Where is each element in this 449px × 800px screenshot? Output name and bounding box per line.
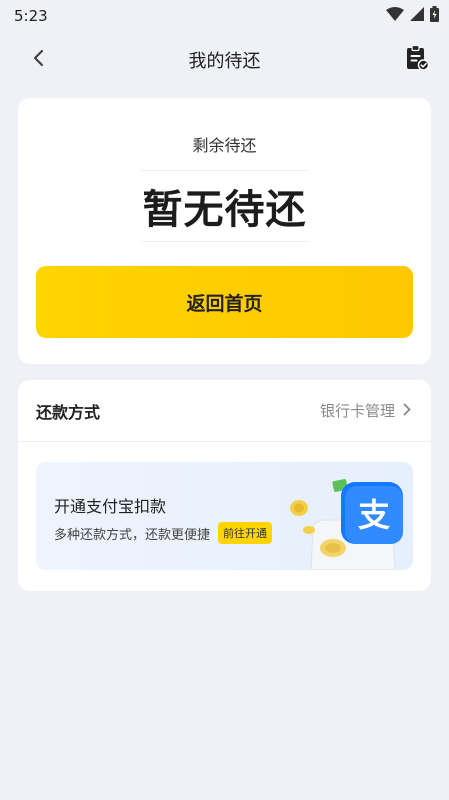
alipay-banner-subtitle-row: 多种还款方式，还款更便捷 前往开通 xyxy=(54,522,273,544)
page-title: 我的待还 xyxy=(188,51,261,72)
go-open-badge[interactable]: 前往开通 xyxy=(218,522,273,544)
bank-card-manage-label: 银行卡管理 xyxy=(319,402,395,420)
back-button[interactable] xyxy=(24,46,52,74)
signal-icon xyxy=(410,7,424,25)
alipay-banner-title: 开通支付宝扣款 xyxy=(54,497,167,516)
alipay-illustration: 支 xyxy=(283,462,413,570)
remaining-value: 暂无待还 xyxy=(142,187,307,233)
remaining-label: 剩余待还 xyxy=(192,136,257,155)
bank-card-manage-link[interactable]: 银行卡管理 xyxy=(320,400,411,421)
wifi-icon xyxy=(386,7,404,25)
alipay-banner[interactable]: 开通支付宝扣款 多种还款方式，还款更便捷 前往开通 支 xyxy=(36,462,413,570)
repay-method-card: 还款方式 银行卡管理 开通支付宝扣款 多种还款方式，还款更便捷 前往开通 支 xyxy=(18,380,431,591)
repay-method-title: 还款方式 xyxy=(36,402,101,422)
status-time: 5:23 xyxy=(14,7,48,25)
status-bar: 5:23 xyxy=(0,0,449,32)
remaining-value-box: 暂无待还 xyxy=(140,170,309,242)
alipay-logo-glyph: 支 xyxy=(358,496,390,534)
status-icons xyxy=(386,6,439,26)
repay-method-header: 还款方式 银行卡管理 xyxy=(18,380,431,442)
bill-record-button[interactable] xyxy=(403,44,431,75)
return-home-button[interactable]: 返回首页 xyxy=(36,266,413,338)
chevron-right-icon xyxy=(403,402,411,420)
alipay-banner-subtitle: 多种还款方式，还款更便捷 xyxy=(54,527,211,543)
nav-bar: 我的待还 xyxy=(0,38,449,82)
chevron-left-icon xyxy=(32,49,44,71)
clipboard-check-icon xyxy=(405,44,430,75)
battery-icon xyxy=(430,6,439,26)
repay-summary-card: 剩余待还 暂无待还 返回首页 xyxy=(18,98,431,364)
